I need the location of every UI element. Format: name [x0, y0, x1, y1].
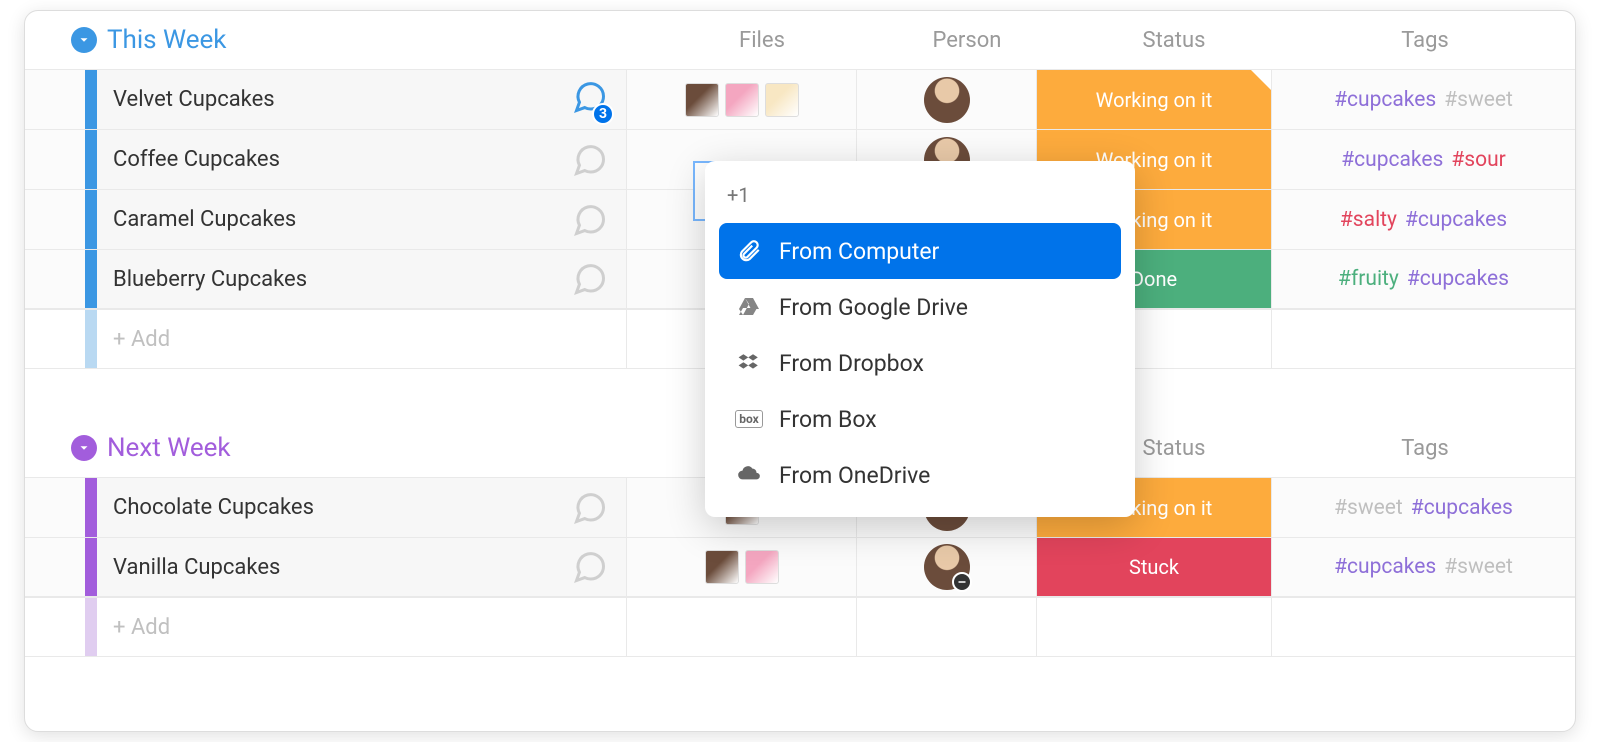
item-name-cell[interactable]: Chocolate Cupcakes: [97, 478, 627, 537]
file-thumbnail[interactable]: [705, 550, 739, 584]
popup-item-label: From Dropbox: [779, 350, 924, 377]
column-header-status[interactable]: Status: [1057, 28, 1291, 53]
popup-item-label: From Computer: [779, 238, 939, 265]
group-title[interactable]: This Week: [107, 25, 647, 55]
table-row[interactable]: Vanilla Cupcakes Stuck #cupcakes #sweet: [25, 537, 1575, 597]
tag[interactable]: #cupcakes: [1405, 208, 1507, 232]
item-name: Blueberry Cupcakes: [113, 267, 307, 292]
file-thumbnail[interactable]: [725, 83, 759, 117]
popup-item-label: From Box: [779, 406, 877, 433]
add-item-label[interactable]: + Add: [97, 598, 627, 656]
file-source-popup: +1 From Computer From Google Drive From …: [705, 161, 1135, 517]
dropbox-icon: [737, 351, 761, 375]
item-name-cell[interactable]: Coffee Cupcakes: [97, 130, 627, 189]
chat-icon[interactable]: [572, 549, 608, 585]
row-color-bar: [85, 538, 97, 596]
tag[interactable]: #salty: [1340, 208, 1397, 232]
item-name: Vanilla Cupcakes: [113, 555, 280, 580]
row-color-bar: [85, 130, 97, 189]
files-cell[interactable]: [627, 70, 857, 129]
popup-item-label: From Google Drive: [779, 294, 968, 321]
item-name-cell[interactable]: Caramel Cupcakes: [97, 190, 627, 249]
item-name-cell[interactable]: Vanilla Cupcakes: [97, 538, 627, 596]
item-name: Chocolate Cupcakes: [113, 495, 314, 520]
tag[interactable]: #cupcakes: [1411, 496, 1513, 520]
row-color-bar: [85, 250, 97, 308]
person-cell[interactable]: [857, 538, 1037, 596]
person-cell[interactable]: [857, 70, 1037, 129]
column-header-tags[interactable]: Tags: [1291, 436, 1559, 461]
column-header-person[interactable]: Person: [877, 28, 1057, 53]
row-color-bar: [85, 478, 97, 537]
tags-cell[interactable]: #cupcakes #sweet: [1271, 538, 1575, 596]
file-thumbnail[interactable]: [765, 83, 799, 117]
item-name-cell[interactable]: Velvet Cupcakes 3: [97, 70, 627, 129]
status-cell[interactable]: Working on it: [1037, 70, 1271, 129]
popup-extra-count: +1: [719, 175, 1121, 223]
row-color-bar: [85, 70, 97, 129]
popup-item[interactable]: From Google Drive: [719, 279, 1121, 335]
chat-icon[interactable]: [572, 142, 608, 178]
item-name: Caramel Cupcakes: [113, 207, 296, 232]
popup-item[interactable]: From Computer: [719, 223, 1121, 279]
item-name: Velvet Cupcakes: [113, 87, 275, 112]
tag[interactable]: #sweet: [1444, 88, 1513, 112]
avatar[interactable]: [924, 77, 970, 123]
tags-cell[interactable]: #cupcakes #sweet: [1271, 70, 1575, 129]
board: This Week Files Person Status Tags Velve…: [24, 10, 1576, 732]
tags-cell[interactable]: #sweet #cupcakes: [1271, 478, 1575, 537]
avatar[interactable]: [924, 544, 970, 590]
tags-cell[interactable]: #cupcakes #sour: [1271, 130, 1575, 189]
item-name: Coffee Cupcakes: [113, 147, 280, 172]
status-cell[interactable]: Stuck: [1037, 538, 1271, 596]
popup-item[interactable]: From OneDrive: [719, 447, 1121, 503]
status-badge-icon: [952, 572, 972, 592]
add-item-row[interactable]: + Add: [25, 597, 1575, 657]
add-item-label[interactable]: + Add: [97, 310, 627, 368]
tag[interactable]: #cupcakes: [1334, 555, 1436, 579]
tags-cell[interactable]: #salty #cupcakes: [1271, 190, 1575, 249]
tag[interactable]: #cupcakes: [1407, 267, 1509, 291]
paperclip-icon: [736, 238, 762, 264]
file-thumbnail[interactable]: [745, 550, 779, 584]
column-header-tags[interactable]: Tags: [1291, 28, 1559, 53]
row-color-bar: [85, 190, 97, 249]
item-name-cell[interactable]: Blueberry Cupcakes: [97, 250, 627, 308]
tag[interactable]: #cupcakes: [1341, 148, 1443, 172]
popup-item[interactable]: box From Box: [719, 391, 1121, 447]
collapse-toggle[interactable]: [71, 27, 97, 53]
box-icon: box: [735, 410, 763, 428]
chat-icon[interactable]: [572, 202, 608, 238]
tag[interactable]: #sweet: [1444, 555, 1513, 579]
popup-item-label: From OneDrive: [779, 462, 930, 489]
chevron-down-icon: [77, 33, 91, 47]
onedrive-icon: [736, 462, 762, 488]
collapse-toggle[interactable]: [71, 435, 97, 461]
group-title[interactable]: Next Week: [107, 433, 647, 463]
chat-icon[interactable]: [572, 261, 608, 297]
file-thumbnail[interactable]: [685, 83, 719, 117]
popup-item[interactable]: From Dropbox: [719, 335, 1121, 391]
chat-count-badge: 3: [592, 103, 614, 125]
tag[interactable]: #sweet: [1334, 496, 1403, 520]
tags-cell[interactable]: #fruity #cupcakes: [1271, 250, 1575, 308]
table-row[interactable]: Velvet Cupcakes 3 Working on it #cupcake…: [25, 69, 1575, 129]
column-header-files[interactable]: Files: [647, 28, 877, 53]
tag[interactable]: #sour: [1451, 148, 1505, 172]
group-header: This Week Files Person Status Tags: [25, 11, 1575, 69]
google-drive-icon: [737, 295, 761, 319]
chevron-down-icon: [77, 441, 91, 455]
tag[interactable]: #fruity: [1338, 267, 1399, 291]
chat-icon[interactable]: 3: [572, 79, 608, 121]
files-cell[interactable]: [627, 538, 857, 596]
tag[interactable]: #cupcakes: [1334, 88, 1436, 112]
chat-icon[interactable]: [572, 490, 608, 526]
